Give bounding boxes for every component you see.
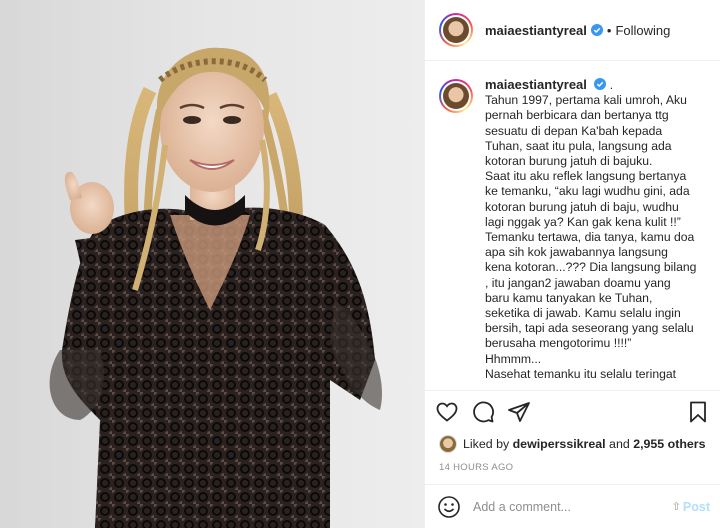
post-sidebar: maiaestiantyreal • Following maiaestiant…: [424, 0, 720, 528]
post-photo[interactable]: [0, 0, 424, 528]
caption-suffix: .: [609, 78, 614, 92]
comment-form: ⇧ Post: [425, 484, 720, 528]
share-icon[interactable]: [507, 400, 531, 424]
post-button-label: Post: [682, 499, 710, 514]
post-comment-button[interactable]: ⇧ Post: [672, 500, 710, 514]
heart-icon[interactable]: [435, 400, 459, 424]
post-header: maiaestiantyreal • Following: [425, 0, 720, 61]
comment-icon[interactable]: [471, 400, 495, 424]
post-timestamp[interactable]: 14 HOURS AGO: [425, 456, 720, 484]
comment-input[interactable]: [473, 499, 672, 514]
pc-icon: ⇧: [671, 501, 681, 513]
bookmark-icon[interactable]: [686, 400, 710, 424]
comments-section[interactable]: maiaestiantyreal . Tahun 1997, pertama k…: [425, 61, 720, 390]
photo-illustration: [0, 0, 424, 528]
verified-badge-icon: [590, 24, 603, 36]
caption-text: Tahun 1997, pertama kali umroh, Aku pern…: [485, 93, 697, 381]
following-button[interactable]: Following: [615, 23, 670, 38]
liker-username[interactable]: dewiperssikreal: [513, 437, 606, 451]
caption-username[interactable]: maiaestiantyreal: [485, 77, 587, 92]
likes-joiner: and: [609, 437, 630, 451]
likes-prefix: Liked by: [463, 437, 510, 451]
caption-avatar[interactable]: [439, 79, 473, 113]
separator-dot: •: [606, 22, 612, 38]
likes-row: Liked by dewiperssikreal and 2,955 other…: [425, 432, 720, 456]
liker-avatar[interactable]: [439, 435, 457, 453]
caption: maiaestiantyreal . Tahun 1997, pertama k…: [439, 77, 706, 382]
verified-badge-icon: [594, 78, 607, 90]
smiley-icon[interactable]: [437, 495, 461, 519]
author-avatar[interactable]: [439, 13, 473, 47]
author-username[interactable]: maiaestiantyreal: [485, 23, 587, 38]
instagram-post: maiaestiantyreal • Following maiaestiant…: [0, 0, 720, 528]
likes-count[interactable]: 2,955 others: [633, 437, 705, 451]
action-bar: [425, 390, 720, 432]
